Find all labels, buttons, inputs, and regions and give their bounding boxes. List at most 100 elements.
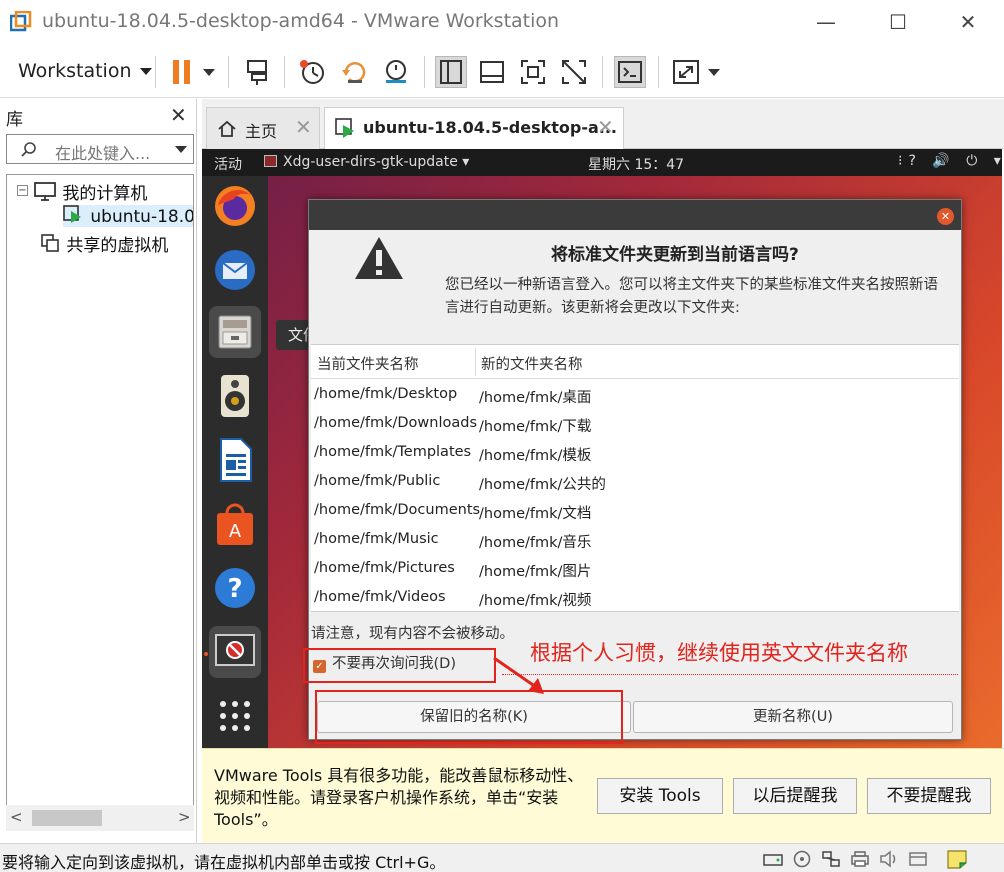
files-icon[interactable] bbox=[209, 306, 261, 358]
tree-item-label: 共享的虚拟机 bbox=[66, 236, 169, 256]
tree-item-shared-vms[interactable]: 共享的虚拟机 bbox=[41, 231, 168, 256]
toolbar-divider bbox=[424, 56, 425, 88]
activities-button[interactable]: 活动 bbox=[214, 154, 242, 174]
home-icon bbox=[218, 120, 236, 137]
take-snapshot-icon[interactable] bbox=[296, 56, 328, 88]
message-log-icon[interactable] bbox=[946, 849, 968, 869]
vm-running-icon bbox=[63, 205, 81, 223]
pause-icon[interactable] bbox=[166, 56, 198, 88]
clock[interactable]: 星期六 15：47 bbox=[588, 154, 684, 174]
collapse-toggle-icon[interactable]: − bbox=[17, 185, 28, 196]
search-icon bbox=[21, 142, 36, 157]
libreoffice-writer-icon[interactable] bbox=[209, 434, 261, 486]
ubuntu-software-icon[interactable]: A bbox=[209, 498, 261, 550]
table-row: /home/fmk/Videos/home/fmk/视频 bbox=[311, 584, 959, 613]
snapshot-manager-icon[interactable] bbox=[380, 56, 412, 88]
search-dropdown-icon[interactable] bbox=[175, 146, 187, 153]
table-row: /home/fmk/Desktop/home/fmk/桌面 bbox=[311, 381, 959, 410]
app-menu[interactable]: Xdg-user-dirs-gtk-update ▾ bbox=[264, 154, 469, 170]
show-applications-icon[interactable] bbox=[209, 690, 261, 742]
new-folder-cell: /home/fmk/音乐 bbox=[479, 535, 592, 551]
computer-icon bbox=[34, 182, 56, 201]
library-close-icon[interactable]: ✕ bbox=[170, 103, 187, 127]
library-horizontal-scrollbar[interactable]: < > bbox=[6, 805, 194, 831]
dialog-heading: 将标准文件夹更新到当前语言吗? bbox=[551, 245, 799, 265]
table-row: /home/fmk/Public/home/fmk/公共的 bbox=[311, 468, 959, 497]
vmware-tools-bar: VMware Tools 具有很多功能，能改善鼠标移动性、视频和性能。请登录客户… bbox=[202, 748, 1004, 843]
network-icon[interactable] bbox=[820, 849, 842, 869]
never-remind-button[interactable]: 不要提醒我 bbox=[867, 778, 991, 814]
svg-text:A: A bbox=[229, 521, 242, 542]
remind-later-button[interactable]: 以后提醒我 bbox=[733, 778, 857, 814]
table-row: /home/fmk/Downloads/home/fmk/下载 bbox=[311, 410, 959, 439]
software-updater-icon[interactable] bbox=[209, 626, 261, 678]
table-row: /home/fmk/Templates/home/fmk/模板 bbox=[311, 439, 959, 468]
firefox-icon[interactable] bbox=[209, 180, 261, 232]
system-status-menu[interactable]: ⁝? 🔊 ⏻ ▾ bbox=[898, 153, 1002, 169]
revert-snapshot-icon[interactable] bbox=[338, 56, 370, 88]
scroll-left-icon[interactable]: < bbox=[10, 808, 23, 826]
scroll-right-icon[interactable]: > bbox=[178, 808, 191, 826]
vm-console[interactable]: 活动 Xdg-user-dirs-gtk-update ▾ 星期六 15：47 … bbox=[202, 149, 1002, 748]
full-screen-icon[interactable] bbox=[517, 56, 549, 88]
annotation-text: 根据个人习惯，继续使用英文文件夹名称 bbox=[530, 641, 908, 665]
workstation-menu[interactable]: Workstation bbox=[8, 54, 162, 88]
dialog-titlebar: ✕ bbox=[309, 200, 961, 230]
toolbar-divider bbox=[658, 56, 659, 88]
sound-icon[interactable] bbox=[878, 849, 900, 869]
status-text: 要将输入定向到该虚拟机，请在虚拟机内部单击或按 Ctrl+G。 bbox=[2, 853, 446, 872]
printer-icon[interactable] bbox=[849, 849, 871, 869]
shared-vms-icon bbox=[41, 234, 59, 252]
table-header: 当前文件夹名称 新的文件夹名称 bbox=[311, 345, 959, 379]
app-menu-label: Xdg-user-dirs-gtk-update ▾ bbox=[283, 154, 470, 170]
current-folder-cell: /home/fmk/Desktop bbox=[314, 386, 458, 402]
minimize-button[interactable]: — bbox=[806, 8, 846, 36]
annotation-box-checkbox bbox=[303, 648, 496, 683]
library-search-input[interactable]: 在此处键入... bbox=[6, 134, 194, 164]
search-placeholder: 在此处键入... bbox=[55, 144, 151, 163]
current-folder-cell: /home/fmk/Templates bbox=[314, 444, 472, 460]
cd-rom-icon[interactable] bbox=[791, 849, 813, 869]
column-header-new[interactable]: 新的文件夹名称 bbox=[481, 353, 583, 374]
vm-running-icon bbox=[335, 118, 354, 138]
annotation-dotted-line bbox=[502, 674, 958, 675]
close-tab-icon[interactable]: ✕ bbox=[597, 115, 614, 139]
power-menu-caret-icon[interactable] bbox=[203, 69, 215, 76]
help-icon[interactable]: ? bbox=[209, 562, 261, 614]
status-bar: 要将输入定向到该虚拟机，请在虚拟机内部单击或按 Ctrl+G。 bbox=[0, 843, 1004, 872]
title-bar: ubuntu-18.04.5-desktop-amd64 - VMware Wo… bbox=[0, 0, 1004, 44]
library-header: 库 ✕ bbox=[0, 99, 197, 133]
stretch-menu-caret-icon[interactable] bbox=[708, 69, 720, 76]
install-tools-button[interactable]: 安装 Tools bbox=[597, 778, 723, 814]
close-tab-icon[interactable]: ✕ bbox=[295, 115, 312, 139]
library-panel: 库 ✕ 在此处键入... − 我的计算机 ubuntu-18.04.5-desk… bbox=[0, 99, 197, 843]
app-icon bbox=[264, 155, 277, 167]
stretch-guest-icon[interactable] bbox=[670, 56, 702, 88]
show-library-icon[interactable] bbox=[435, 56, 467, 88]
new-folder-cell: /home/fmk/桌面 bbox=[479, 390, 592, 406]
folder-table: 当前文件夹名称 新的文件夹名称 /home/fmk/Desktop/home/f… bbox=[311, 344, 959, 612]
console-view-icon[interactable] bbox=[614, 56, 646, 88]
rhythmbox-icon[interactable] bbox=[209, 370, 261, 422]
unity-mode-icon[interactable] bbox=[558, 56, 590, 88]
update-names-button[interactable]: 更新名称(U) bbox=[633, 701, 953, 733]
dialog-note: 请注意，现有内容不会被移动。 bbox=[311, 626, 514, 642]
scrollbar-thumb[interactable] bbox=[32, 810, 102, 826]
thumbnail-bar-icon[interactable] bbox=[476, 56, 508, 88]
workstation-menu-label: Workstation bbox=[18, 60, 132, 82]
column-header-current[interactable]: 当前文件夹名称 bbox=[317, 353, 419, 374]
warning-icon bbox=[355, 237, 403, 279]
hard-disk-icon[interactable] bbox=[762, 849, 784, 869]
send-keys-icon[interactable] bbox=[242, 56, 274, 88]
thunderbird-icon[interactable] bbox=[209, 244, 261, 296]
maximize-button[interactable]: ☐ bbox=[878, 8, 918, 36]
tab-home[interactable]: 主页 ✕ bbox=[206, 107, 320, 149]
tree-item-my-computer[interactable]: 我的计算机 bbox=[33, 179, 147, 204]
tree-item-vm[interactable]: ubuntu-18.04.5-desktop-amd64 bbox=[63, 205, 193, 227]
running-indicator bbox=[204, 652, 208, 656]
main-toolbar: Workstation bbox=[0, 44, 1004, 98]
display-icon[interactable] bbox=[907, 849, 929, 869]
tab-vm[interactable]: ubuntu-18.04.5-desktop-a... ✕ bbox=[324, 107, 624, 149]
close-window-button[interactable]: ✕ bbox=[948, 8, 988, 36]
dialog-close-icon[interactable]: ✕ bbox=[937, 208, 954, 225]
